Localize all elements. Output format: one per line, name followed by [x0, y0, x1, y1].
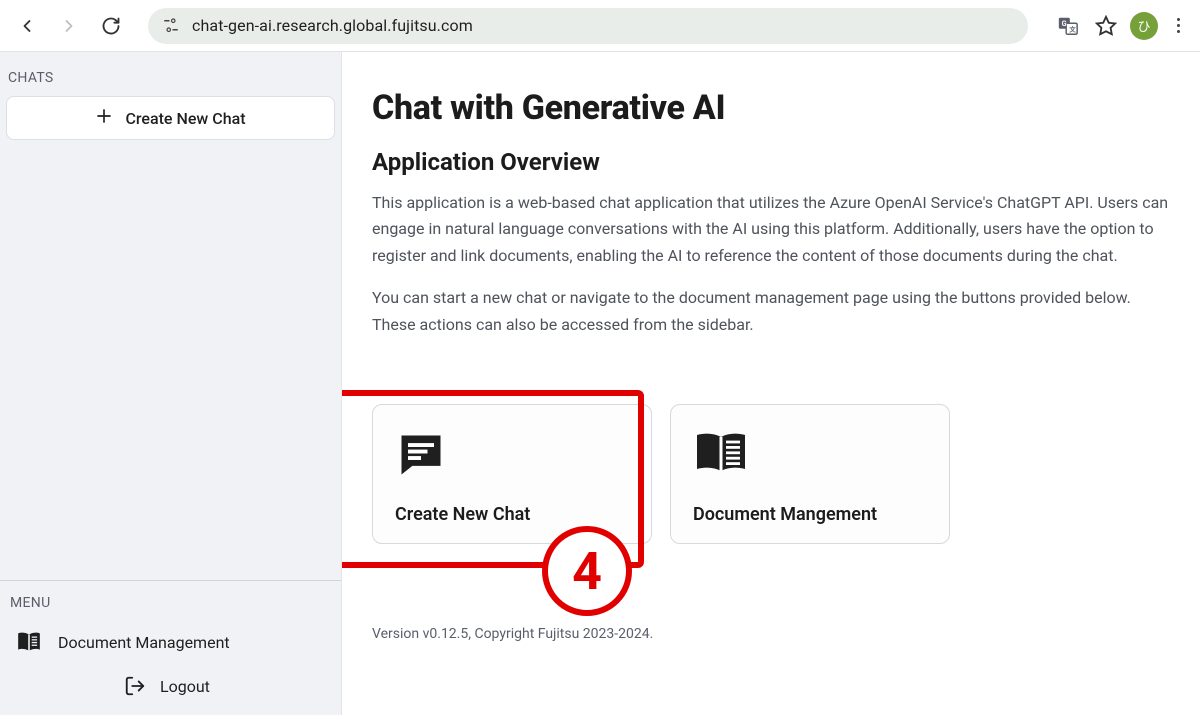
overview-paragraph-1: This application is a web-based chat app…: [372, 190, 1170, 269]
card-document-management[interactable]: Document Mangement: [670, 404, 950, 544]
main-content: Chat with Generative AI Application Over…: [342, 52, 1200, 715]
logout-label: Logout: [160, 677, 210, 696]
chats-section-label: CHATS: [0, 52, 341, 96]
avatar-initial: ひ: [1137, 16, 1150, 35]
forward-button[interactable]: [52, 9, 86, 43]
action-cards: Create New Chat Document Mangement: [372, 404, 1170, 544]
extension-icons: G文: [1056, 14, 1118, 38]
overview-heading: Application Overview: [372, 148, 1170, 176]
footer-version: Version v0.12.5, Copyright Fujitsu 2023-…: [372, 626, 1170, 642]
callout-number: 4: [572, 541, 602, 602]
browser-toolbar: chat-gen-ai.research.global.fujitsu.com …: [0, 0, 1200, 52]
sidebar-item-document-management[interactable]: Document Management: [0, 619, 341, 665]
page-title: Chat with Generative AI: [372, 88, 1170, 128]
card-doc-mgmt-label: Document Mangement: [693, 504, 927, 525]
new-chat-label: Create New Chat: [125, 109, 245, 128]
translate-icon[interactable]: G文: [1056, 14, 1080, 38]
book-icon: [16, 629, 42, 655]
doc-mgmt-label: Document Management: [58, 633, 230, 652]
site-settings-icon[interactable]: [162, 17, 180, 35]
menu-section-label: MENU: [0, 581, 341, 619]
url-text: chat-gen-ai.research.global.fujitsu.com: [192, 16, 473, 35]
address-bar[interactable]: chat-gen-ai.research.global.fujitsu.com: [148, 8, 1028, 44]
svg-text:文: 文: [1069, 24, 1076, 33]
card-new-chat[interactable]: Create New Chat: [372, 404, 652, 544]
star-icon[interactable]: [1094, 14, 1118, 38]
logout-icon: [124, 675, 146, 697]
sidebar-new-chat-button[interactable]: Create New Chat: [6, 96, 335, 140]
plus-icon: [95, 107, 113, 129]
svg-text:G: G: [1062, 19, 1067, 28]
reload-button[interactable]: [94, 9, 128, 43]
back-button[interactable]: [10, 9, 44, 43]
book-open-icon: [693, 429, 741, 477]
sidebar-item-logout[interactable]: Logout: [0, 665, 341, 707]
overview-paragraph-2: You can start a new chat or navigate to …: [372, 285, 1170, 338]
chat-icon: [395, 429, 443, 477]
card-new-chat-label: Create New Chat: [395, 504, 629, 525]
sidebar: CHATS Create New Chat MENU Document Mana…: [0, 52, 342, 715]
profile-avatar[interactable]: ひ: [1130, 12, 1158, 40]
browser-menu-icon[interactable]: [1166, 18, 1190, 33]
